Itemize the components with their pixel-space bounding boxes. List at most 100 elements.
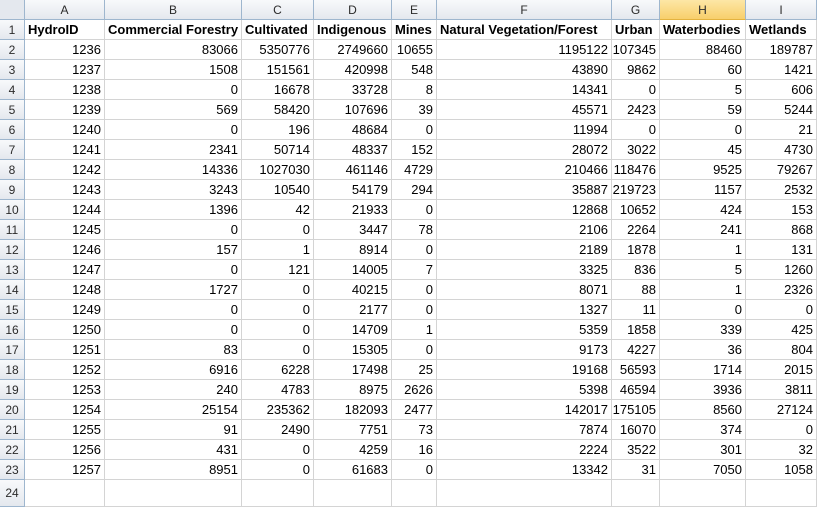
table-cell[interactable]: 8071 bbox=[437, 280, 612, 300]
table-cell[interactable]: 189787 bbox=[746, 40, 817, 60]
table-cell[interactable]: 6916 bbox=[105, 360, 242, 380]
table-cell[interactable]: 25154 bbox=[105, 400, 242, 420]
table-cell[interactable]: 0 bbox=[242, 300, 314, 320]
table-cell[interactable]: 19168 bbox=[437, 360, 612, 380]
table-cell[interactable]: 1246 bbox=[25, 240, 105, 260]
table-cell[interactable]: 1 bbox=[392, 320, 437, 340]
table-cell[interactable]: 4227 bbox=[612, 340, 660, 360]
table-cell[interactable]: 13342 bbox=[437, 460, 612, 480]
table-cell[interactable]: 46594 bbox=[612, 380, 660, 400]
table-cell[interactable]: 0 bbox=[746, 300, 817, 320]
table-cell[interactable]: 4783 bbox=[242, 380, 314, 400]
table-cell[interactable]: 7050 bbox=[660, 460, 746, 480]
table-cell[interactable]: 56593 bbox=[612, 360, 660, 380]
table-cell[interactable] bbox=[660, 480, 746, 507]
table-cell[interactable]: 2341 bbox=[105, 140, 242, 160]
table-cell[interactable]: 152 bbox=[392, 140, 437, 160]
header-cell[interactable]: Mines bbox=[392, 20, 437, 40]
table-cell[interactable]: 107696 bbox=[314, 100, 392, 120]
table-cell[interactable]: 157 bbox=[105, 240, 242, 260]
table-cell[interactable]: 196 bbox=[242, 120, 314, 140]
table-cell[interactable]: 35887 bbox=[437, 180, 612, 200]
table-cell[interactable]: 2532 bbox=[746, 180, 817, 200]
table-cell[interactable]: 0 bbox=[392, 300, 437, 320]
table-cell[interactable]: 1236 bbox=[25, 40, 105, 60]
table-cell[interactable]: 16678 bbox=[242, 80, 314, 100]
row-header[interactable]: 19 bbox=[0, 380, 25, 400]
row-header[interactable]: 24 bbox=[0, 480, 25, 507]
table-cell[interactable]: 14336 bbox=[105, 160, 242, 180]
table-cell[interactable]: 42 bbox=[242, 200, 314, 220]
table-cell[interactable]: 1 bbox=[242, 240, 314, 260]
table-cell[interactable]: 1396 bbox=[105, 200, 242, 220]
table-cell[interactable]: 804 bbox=[746, 340, 817, 360]
table-cell[interactable]: 1250 bbox=[25, 320, 105, 340]
table-cell[interactable]: 9173 bbox=[437, 340, 612, 360]
table-cell[interactable]: 235362 bbox=[242, 400, 314, 420]
table-cell[interactable]: 79267 bbox=[746, 160, 817, 180]
row-header[interactable]: 18 bbox=[0, 360, 25, 380]
table-cell[interactable]: 0 bbox=[242, 340, 314, 360]
table-cell[interactable]: 1240 bbox=[25, 120, 105, 140]
table-cell[interactable]: 2264 bbox=[612, 220, 660, 240]
table-cell[interactable]: 9525 bbox=[660, 160, 746, 180]
table-cell[interactable]: 0 bbox=[660, 300, 746, 320]
table-cell[interactable] bbox=[25, 480, 105, 507]
table-cell[interactable]: 10540 bbox=[242, 180, 314, 200]
table-cell[interactable]: 1249 bbox=[25, 300, 105, 320]
row-header[interactable]: 15 bbox=[0, 300, 25, 320]
table-cell[interactable]: 5 bbox=[660, 260, 746, 280]
table-cell[interactable]: 142017 bbox=[437, 400, 612, 420]
table-cell[interactable]: 0 bbox=[392, 280, 437, 300]
select-all-corner[interactable] bbox=[0, 0, 25, 20]
column-header-g[interactable]: G bbox=[612, 0, 660, 20]
row-header[interactable]: 7 bbox=[0, 140, 25, 160]
table-cell[interactable]: 1248 bbox=[25, 280, 105, 300]
table-cell[interactable]: 33728 bbox=[314, 80, 392, 100]
table-cell[interactable]: 58420 bbox=[242, 100, 314, 120]
table-cell[interactable]: 0 bbox=[392, 460, 437, 480]
table-cell[interactable]: 868 bbox=[746, 220, 817, 240]
table-cell[interactable]: 3022 bbox=[612, 140, 660, 160]
row-header[interactable]: 12 bbox=[0, 240, 25, 260]
table-cell[interactable]: 1243 bbox=[25, 180, 105, 200]
table-cell[interactable]: 1727 bbox=[105, 280, 242, 300]
header-cell[interactable]: Wetlands bbox=[746, 20, 817, 40]
row-header[interactable]: 4 bbox=[0, 80, 25, 100]
table-cell[interactable]: 83066 bbox=[105, 40, 242, 60]
table-cell[interactable]: 1255 bbox=[25, 420, 105, 440]
table-cell[interactable]: 241 bbox=[660, 220, 746, 240]
table-cell[interactable]: 0 bbox=[392, 120, 437, 140]
table-cell[interactable]: 5350776 bbox=[242, 40, 314, 60]
table-cell[interactable]: 3243 bbox=[105, 180, 242, 200]
table-cell[interactable]: 78 bbox=[392, 220, 437, 240]
table-cell[interactable]: 0 bbox=[105, 120, 242, 140]
table-cell[interactable]: 121 bbox=[242, 260, 314, 280]
table-cell[interactable]: 1254 bbox=[25, 400, 105, 420]
table-cell[interactable]: 59 bbox=[660, 100, 746, 120]
table-cell[interactable]: 3811 bbox=[746, 380, 817, 400]
table-cell[interactable]: 28072 bbox=[437, 140, 612, 160]
table-cell[interactable]: 6228 bbox=[242, 360, 314, 380]
table-cell[interactable]: 0 bbox=[242, 320, 314, 340]
table-cell[interactable]: 210466 bbox=[437, 160, 612, 180]
table-cell[interactable]: 836 bbox=[612, 260, 660, 280]
table-cell[interactable]: 50714 bbox=[242, 140, 314, 160]
table-cell[interactable]: 301 bbox=[660, 440, 746, 460]
table-cell[interactable]: 1058 bbox=[746, 460, 817, 480]
table-cell[interactable]: 0 bbox=[392, 200, 437, 220]
row-header[interactable]: 13 bbox=[0, 260, 25, 280]
table-cell[interactable]: 8 bbox=[392, 80, 437, 100]
table-cell[interactable]: 0 bbox=[746, 420, 817, 440]
table-cell[interactable]: 151561 bbox=[242, 60, 314, 80]
table-cell[interactable]: 21 bbox=[746, 120, 817, 140]
table-cell[interactable]: 1252 bbox=[25, 360, 105, 380]
table-cell[interactable]: 2106 bbox=[437, 220, 612, 240]
table-cell[interactable]: 2224 bbox=[437, 440, 612, 460]
table-cell[interactable]: 5398 bbox=[437, 380, 612, 400]
table-cell[interactable] bbox=[105, 480, 242, 507]
row-header[interactable]: 1 bbox=[0, 20, 25, 40]
column-header-h[interactable]: H bbox=[660, 0, 746, 20]
table-cell[interactable]: 48684 bbox=[314, 120, 392, 140]
table-cell[interactable]: 1027030 bbox=[242, 160, 314, 180]
